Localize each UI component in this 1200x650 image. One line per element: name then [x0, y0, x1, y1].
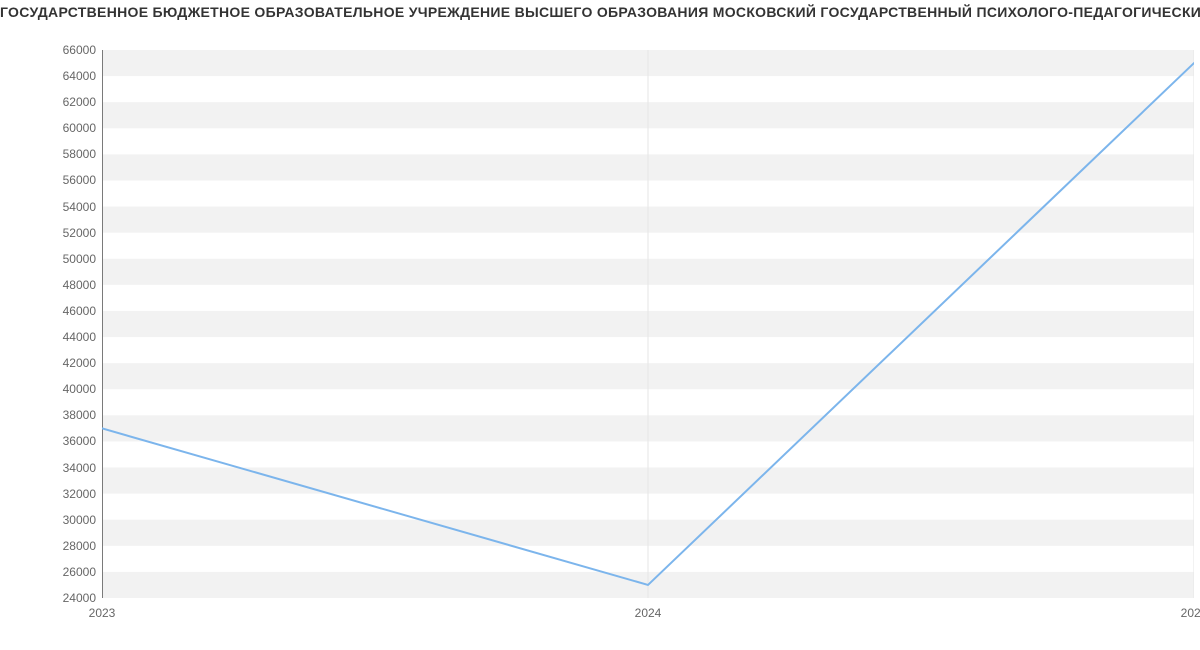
x-tick-label: 2023: [89, 606, 116, 620]
y-tick-label: 56000: [63, 173, 96, 187]
x-tick-label: 2024: [635, 606, 662, 620]
y-tick-label: 44000: [63, 330, 96, 344]
y-tick-label: 52000: [63, 226, 96, 240]
y-tick-label: 30000: [63, 513, 96, 527]
x-tick-label: 2025: [1181, 606, 1200, 620]
y-tick-label: 24000: [63, 591, 96, 605]
chart-plot[interactable]: [102, 50, 1194, 598]
y-tick-label: 28000: [63, 539, 96, 553]
y-axis-labels: 2400026000280003000032000340003600038000…: [0, 50, 96, 598]
y-tick-label: 40000: [63, 382, 96, 396]
y-tick-label: 36000: [63, 434, 96, 448]
chart-container: ГОСУДАРСТВЕННОЕ БЮДЖЕТНОЕ ОБРАЗОВАТЕЛЬНО…: [0, 0, 1200, 650]
y-tick-label: 54000: [63, 200, 96, 214]
y-tick-label: 64000: [63, 69, 96, 83]
y-tick-label: 42000: [63, 356, 96, 370]
y-tick-label: 38000: [63, 408, 96, 422]
chart-title: ГОСУДАРСТВЕННОЕ БЮДЖЕТНОЕ ОБРАЗОВАТЕЛЬНО…: [0, 4, 1200, 20]
y-tick-label: 60000: [63, 121, 96, 135]
y-tick-label: 66000: [63, 43, 96, 57]
y-tick-label: 26000: [63, 565, 96, 579]
y-tick-label: 50000: [63, 252, 96, 266]
y-tick-label: 58000: [63, 147, 96, 161]
y-tick-label: 62000: [63, 95, 96, 109]
y-tick-label: 32000: [63, 487, 96, 501]
y-tick-label: 46000: [63, 304, 96, 318]
y-tick-label: 48000: [63, 278, 96, 292]
x-axis-labels: 202320242025: [102, 598, 1194, 628]
y-tick-label: 34000: [63, 461, 96, 475]
